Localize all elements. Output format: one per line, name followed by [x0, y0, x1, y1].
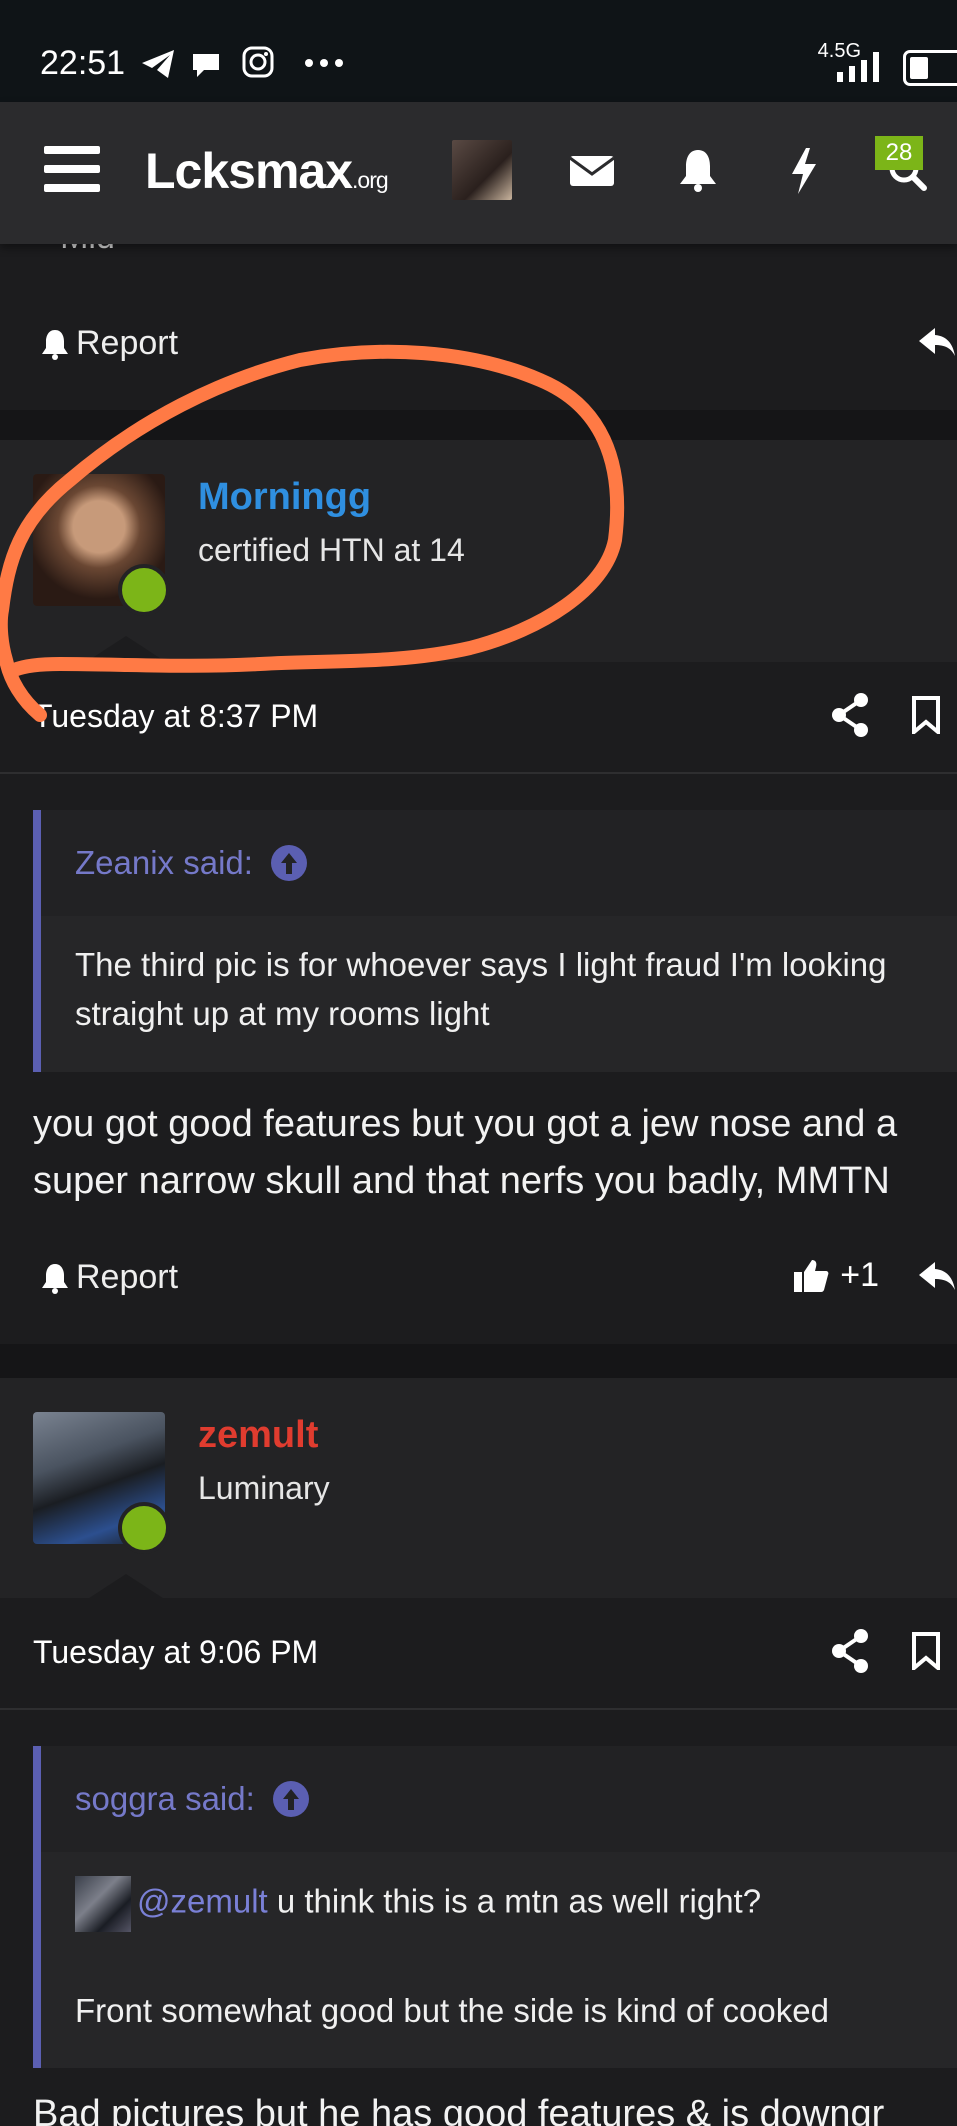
chat-bubble-icon — [193, 54, 219, 77]
instagram-icon — [242, 46, 274, 78]
quote-body: The third pic is for whoever says I ligh… — [41, 916, 957, 1072]
thread-content: "Mid Report Morningg certified HTN at 14… — [0, 244, 957, 2126]
more-icon — [305, 59, 343, 67]
post-separator — [0, 410, 957, 440]
signal-icon — [837, 52, 879, 82]
like-button[interactable]: +1 — [792, 1256, 879, 1295]
share-icon[interactable] — [831, 692, 871, 738]
quote-line: straight up at my rooms light — [75, 995, 490, 1032]
mail-icon[interactable] — [564, 142, 620, 198]
divider — [0, 772, 957, 774]
reply-icon[interactable] — [917, 324, 957, 360]
mention-avatar — [75, 1876, 131, 1932]
thumbs-up-icon — [794, 1259, 829, 1292]
quote-block: soggra said: @zemult u think this is a m… — [33, 1746, 957, 2068]
online-indicator — [118, 1502, 170, 1554]
divider — [0, 1708, 957, 1710]
bookmark-icon[interactable] — [909, 696, 943, 734]
status-time: 22:51 — [40, 44, 126, 82]
battery-icon — [903, 50, 957, 86]
quote-line: Front somewhat good but the side is kind… — [75, 1992, 829, 2029]
previous-post-actions: Report — [0, 302, 957, 382]
notification-badge[interactable]: 28 — [875, 136, 923, 170]
bell-icon[interactable] — [670, 142, 726, 198]
post-date[interactable]: Tuesday at 9:06 PM — [33, 1634, 318, 1671]
previous-post-text: "Mid — [48, 244, 115, 257]
post-actions: Report +1 — [0, 1236, 957, 1316]
online-indicator — [118, 564, 170, 616]
telegram-icon — [142, 50, 174, 78]
arrow-up-icon[interactable] — [270, 845, 307, 881]
quote-line: @zemult u think this is a mtn as well ri… — [75, 1876, 761, 1932]
post-header-morningg: Morningg certified HTN at 14 — [0, 440, 957, 666]
bookmark-icon[interactable] — [909, 1632, 943, 1670]
bell-icon — [42, 1263, 68, 1294]
post-date[interactable]: Tuesday at 8:37 PM — [33, 698, 318, 735]
post-meta: Tuesday at 8:37 PM — [0, 662, 957, 772]
quote-author[interactable]: soggra said: — [75, 1780, 309, 1818]
user-title: Luminary — [198, 1470, 330, 1506]
share-icon[interactable] — [831, 1628, 871, 1674]
site-navbar: Lcksmax.org — [0, 102, 957, 244]
quote-author[interactable]: Zeanix said: — [75, 844, 307, 882]
mention-link[interactable]: @zemult — [137, 1883, 268, 1920]
post-header-zemult: zemult Luminary — [0, 1378, 957, 1604]
username[interactable]: Morningg — [198, 476, 371, 519]
user-title: certified HTN at 14 — [198, 532, 465, 568]
message-line: you got good features but you got a jew … — [33, 1103, 898, 1145]
site-logo[interactable]: Lcksmax.org — [145, 142, 389, 200]
user-avatar[interactable] — [452, 140, 512, 200]
quote-block: Zeanix said: The third pic is for whoeve… — [33, 810, 957, 1072]
message-line: super narrow skull and that nerfs you ba… — [33, 1160, 890, 1202]
message-line: Bad pictures but he has good features & … — [33, 2093, 885, 2126]
bolt-icon[interactable] — [776, 142, 832, 198]
arrow-up-icon[interactable] — [272, 1781, 309, 1817]
username[interactable]: zemult — [198, 1414, 318, 1457]
report-button[interactable]: Report — [40, 1258, 178, 1297]
post-separator — [0, 1344, 957, 1378]
bell-icon — [42, 329, 68, 360]
quote-body: @zemult u think this is a mtn as well ri… — [41, 1852, 957, 2068]
status-bar: 22:51 4.5G — [0, 0, 957, 102]
reply-icon[interactable] — [917, 1258, 957, 1294]
menu-icon[interactable] — [44, 146, 100, 194]
report-button[interactable]: Report — [40, 324, 178, 363]
quote-line: The third pic is for whoever says I ligh… — [75, 946, 887, 983]
post-meta: Tuesday at 9:06 PM — [0, 1598, 957, 1708]
